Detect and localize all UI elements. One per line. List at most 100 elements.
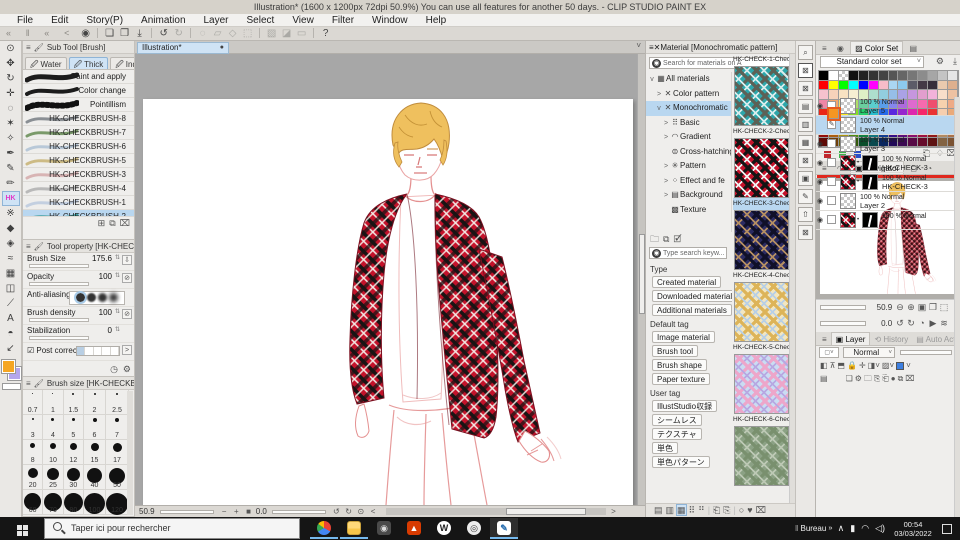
canvas-horizontal-scrollbar[interactable] [386, 508, 607, 516]
material-color-pattern-button[interactable]: ⊠ [798, 81, 813, 96]
material-tree-item[interactable]: > ▤Background [646, 188, 731, 203]
color-swatch[interactable] [908, 71, 919, 81]
brush-item[interactable]: HK-CHECKBRUSH-3 [23, 168, 134, 182]
view-grid-button[interactable]: ⠿ [689, 505, 696, 515]
rotate-right-button[interactable]: ↻ [344, 506, 354, 517]
menu-filter[interactable]: Filter [323, 14, 363, 27]
material-manga-button[interactable]: ▤ [798, 99, 813, 114]
brush-size-cell[interactable]: 70 [43, 490, 64, 515]
brush-size-cell[interactable]: 7 [106, 415, 129, 440]
brush-size-cell[interactable]: 50 [106, 465, 129, 490]
frame-border-tool[interactable]: ◫ [2, 281, 20, 296]
menu-storyp[interactable]: Story(P) [77, 14, 132, 27]
auto-select-tool[interactable]: ✶ [2, 116, 20, 131]
layer-scrollbar[interactable] [954, 97, 960, 517]
material-item-label[interactable]: HK-CHECK-6-Check [733, 414, 790, 426]
taskbar-search-field[interactable]: Taper ici pour rechercher [44, 518, 300, 539]
menu-file[interactable]: File [8, 14, 42, 27]
hk-check-brush-tool[interactable]: HK [1, 191, 20, 206]
overflow-icon[interactable]: » [829, 525, 833, 532]
color-swatch[interactable] [858, 80, 869, 90]
layer-row[interactable]: ◉ • 100 % Normal HK-CHECK-3 [816, 173, 955, 192]
scroll-right-icon[interactable]: > [609, 506, 619, 517]
layer-edit-target[interactable] [827, 158, 836, 167]
tab-list-dropdown-icon[interactable]: ˅ [636, 41, 641, 50]
layer-thumbnail[interactable] [840, 155, 856, 171]
filter-tag[interactable]: Image material [652, 331, 715, 343]
color-swatch[interactable] [938, 71, 949, 81]
anti-aliasing-option[interactable] [109, 293, 118, 302]
foreground-color-chip[interactable] [0, 359, 16, 374]
layer-row[interactable]: ◉ 100 % Normal Layer 3 [816, 135, 955, 154]
import-color-set-button[interactable]: ⤓ [953, 56, 957, 67]
color-swatch[interactable] [868, 71, 879, 81]
color-swatch[interactable] [868, 80, 879, 90]
brush-size-cell[interactable]: 80 [63, 490, 84, 515]
brush-item[interactable]: Pointillism [23, 98, 134, 112]
help-button[interactable]: ? [318, 27, 333, 40]
correct-line-tool[interactable]: ↙ [2, 341, 20, 356]
favorite-button[interactable]: ♥ [747, 505, 752, 515]
material-pose-button[interactable]: ⊠ [798, 153, 813, 168]
color-wheel-tab[interactable]: ◉ [833, 42, 848, 54]
clip-studio-button[interactable]: ◉ [78, 27, 93, 40]
material-thumbnail[interactable] [734, 66, 789, 126]
brush-size-cell[interactable]: 0.7 [23, 390, 44, 415]
filter-tag[interactable]: Created material [652, 276, 722, 288]
hand-tool[interactable]: ✥ [2, 56, 20, 71]
material-3d-button[interactable]: ▦ [798, 135, 813, 150]
tree-expand-icon[interactable]: > [662, 189, 670, 203]
canvas-hscroll-thumb[interactable] [506, 508, 587, 516]
color-swatch[interactable] [908, 80, 919, 90]
menu-help[interactable]: Help [417, 14, 456, 27]
property-option-button[interactable]: ⊘ [122, 309, 132, 319]
invert-selection-button[interactable]: ◪ [279, 27, 294, 40]
new-folder-button[interactable]: 🗀 [650, 234, 659, 244]
pen-tool[interactable]: ✒ [2, 146, 20, 161]
zoom-fit-button[interactable]: ■ [244, 506, 254, 517]
layer-row[interactable]: ◉ 100 % Normal Layer 2 [816, 192, 955, 211]
brush-size-cell[interactable]: 10 [43, 440, 64, 465]
layer-thumbnail[interactable] [840, 136, 856, 152]
brush-size-cell[interactable]: 1 [43, 390, 64, 415]
brush-size-cell[interactable]: 25 [43, 465, 64, 490]
material-panel-header[interactable]: ≡✕Material [Monochromatic pattern] [646, 41, 795, 54]
pencil-tool[interactable]: ✎ [2, 161, 20, 176]
anti-aliasing-option[interactable] [87, 293, 96, 302]
anti-aliasing-option[interactable] [98, 293, 107, 302]
blend-tool[interactable]: ◈ [2, 236, 20, 251]
brush-size-cell[interactable]: 100 [84, 490, 106, 515]
menu-edit[interactable]: Edit [42, 14, 77, 27]
duplicate-subtool-button[interactable]: ⧉ [109, 218, 115, 228]
material-monochromatic-button[interactable]: ⊠ [798, 63, 813, 78]
tree-expand-icon[interactable]: > [662, 160, 670, 174]
color-swatch[interactable] [948, 80, 958, 90]
explorer-app[interactable] [340, 518, 368, 539]
tree-expand-icon[interactable]: v [655, 102, 663, 116]
brush-item[interactable]: HK-CHECKBRUSH-5 [23, 154, 134, 168]
material-tree-item[interactable]: v ✕ Monochromatic [646, 101, 731, 116]
brush-size-cell[interactable]: 12 [63, 440, 84, 465]
collapse-left-panel2-icon[interactable]: « [38, 27, 55, 40]
layer-edit-target[interactable]: ✎ [827, 120, 836, 129]
brush-size-cell[interactable]: 2 [84, 390, 106, 415]
menu-layer[interactable]: Layer [195, 14, 238, 27]
spinner-icon[interactable]: ⇅ [115, 308, 120, 315]
color-swatch[interactable] [918, 71, 929, 81]
property-slider[interactable] [29, 336, 89, 340]
material-tree-item[interactable]: > ⁘ Effect and fe [646, 174, 731, 189]
decoration-tool[interactable]: ◆ [2, 221, 20, 236]
layer-thumbnail[interactable] [840, 193, 856, 209]
collapse-arrow-icon[interactable]: < [58, 27, 75, 40]
material-item-label[interactable]: HK-CHECK-2-Check [733, 126, 790, 138]
tree-expand-icon[interactable]: > [662, 131, 670, 145]
material-list-button[interactable]: ▣ [798, 171, 813, 186]
restore-defaults-button[interactable]: ◷ [110, 364, 118, 374]
layer-row[interactable]: ◉ • 100 % Normal HK-CHECK-3 [816, 154, 955, 173]
layer-thumbnail[interactable] [840, 98, 856, 114]
clip-studio-app[interactable]: ◎ [460, 518, 488, 539]
zoom-tool[interactable]: ⊙ [2, 41, 20, 56]
material-tree-item[interactable]: ▩Texture [646, 203, 731, 218]
brush-item[interactable]: Paint and apply [23, 70, 134, 84]
color-swatch[interactable] [858, 71, 869, 81]
